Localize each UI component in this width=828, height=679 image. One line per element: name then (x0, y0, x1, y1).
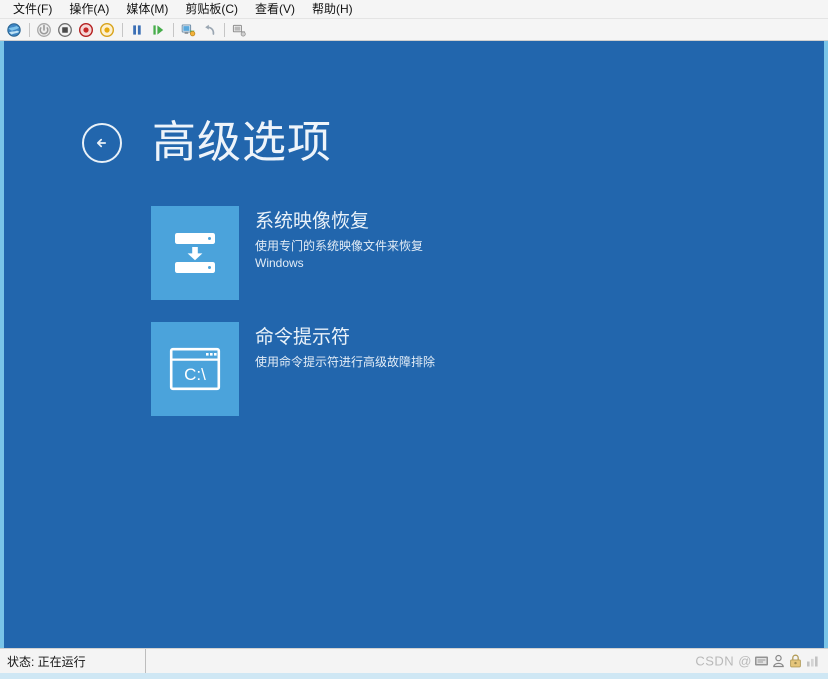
option-tile (151, 206, 239, 300)
status-text: 状态: 正在运行 (0, 649, 146, 673)
watermark-lock-icon (788, 654, 803, 669)
toolbar-separator (122, 23, 123, 37)
checkpoint-icon[interactable] (229, 20, 249, 39)
vm-screen[interactable]: 高级选项 (0, 41, 828, 648)
option-description: 使用命令提示符进行高级故障排除 (255, 354, 435, 371)
watermark-text: CSDN @ (695, 654, 752, 669)
command-prompt-icon: C:\ (168, 346, 222, 392)
option-title: 命令提示符 (255, 326, 435, 350)
advanced-options-page: 高级选项 (4, 41, 824, 648)
menu-item-clipboard[interactable]: 剪贴板(C) (178, 1, 245, 18)
options-list: 系统映像恢复 使用专门的系统映像文件来恢复 Windows C:\ (151, 206, 711, 438)
reset-red-icon[interactable] (76, 20, 96, 39)
option-command-prompt[interactable]: C:\ 命令提示符 使用命令提示符进行高级故障排除 (151, 322, 711, 416)
status-bar: 状态: 正在运行 CSDN @ (0, 648, 828, 673)
menu-item-media[interactable]: 媒体(M) (119, 1, 175, 18)
vm-connection-window: 文件(F) 操作(A) 媒体(M) 剪贴板(C) 查看(V) 帮助(H) (0, 0, 828, 679)
pause-icon[interactable] (127, 20, 147, 39)
toolbar-separator (224, 23, 225, 37)
watermark-person-icon (771, 654, 786, 669)
option-description: 使用专门的系统映像文件来恢复 Windows (255, 238, 470, 272)
back-arrow-icon (91, 132, 113, 154)
shutdown-stop-icon[interactable] (55, 20, 75, 39)
menu-bar: 文件(F) 操作(A) 媒体(M) 剪贴板(C) 查看(V) 帮助(H) (0, 0, 828, 19)
menu-item-help[interactable]: 帮助(H) (305, 1, 360, 18)
option-system-image-recovery[interactable]: 系统映像恢复 使用专门的系统映像文件来恢复 Windows (151, 206, 711, 300)
bottom-strip (0, 673, 828, 679)
option-tile: C:\ (151, 322, 239, 416)
system-image-recovery-icon (168, 226, 222, 280)
back-button[interactable] (82, 123, 122, 163)
page-title: 高级选项 (152, 119, 332, 167)
toolbar-separator (29, 23, 30, 37)
power-off-icon[interactable] (34, 20, 54, 39)
menu-item-file[interactable]: 文件(F) (6, 1, 59, 18)
menu-item-action[interactable]: 操作(A) (62, 1, 116, 18)
watermark-card-icon (754, 654, 769, 669)
watermark: CSDN @ (695, 654, 820, 669)
watermark-chart-icon (805, 654, 820, 669)
option-text: 系统映像恢复 使用专门的系统映像文件来恢复 Windows (255, 206, 470, 272)
network-globe-icon[interactable] (4, 20, 24, 39)
toolbar-separator (173, 23, 174, 37)
page-header: 高级选项 (82, 119, 332, 167)
status-cell-empty: CSDN @ (146, 649, 828, 673)
revert-undo-icon[interactable] (199, 20, 219, 39)
svg-text:C:\: C:\ (184, 365, 206, 384)
menu-item-view[interactable]: 查看(V) (248, 1, 302, 18)
connect-monitor-icon[interactable] (178, 20, 198, 39)
save-state-orange-icon[interactable] (97, 20, 117, 39)
option-title: 系统映像恢复 (255, 210, 470, 234)
option-text: 命令提示符 使用命令提示符进行高级故障排除 (255, 322, 435, 371)
resume-play-icon[interactable] (148, 20, 168, 39)
tool-bar (0, 19, 828, 41)
